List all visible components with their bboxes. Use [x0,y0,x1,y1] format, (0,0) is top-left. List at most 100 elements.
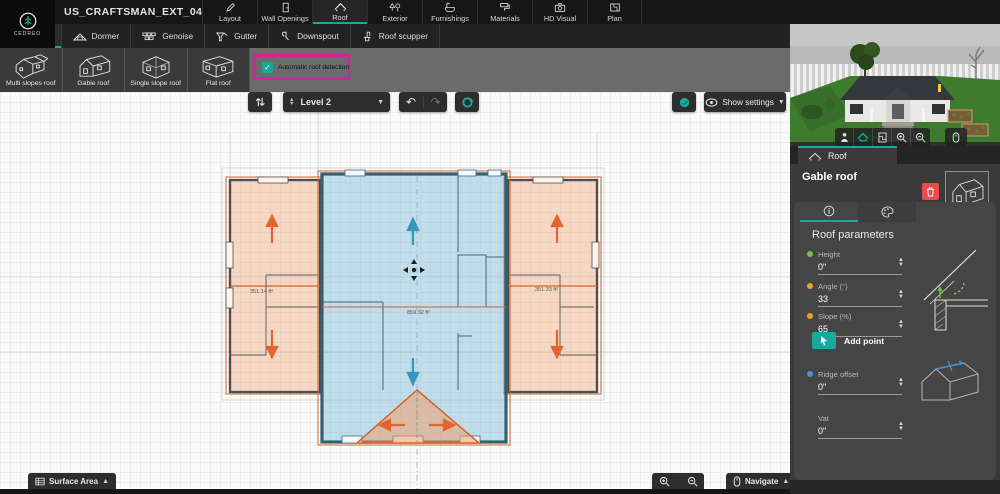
automatic-roof-detection-label: Automatic roof detection [278,63,350,71]
3d-preview[interactable] [790,24,1000,142]
multi-slopes-roof-button[interactable]: Multi slopes roof [0,48,63,92]
zoom-out-button[interactable] [687,476,698,487]
tab-furnishings[interactable]: Furnishings [422,0,477,24]
list-icon [35,477,45,485]
blueprint-icon [609,2,621,13]
roof-regenerate-button[interactable] [455,92,479,112]
height-value[interactable]: 0" [818,262,902,272]
walkthrough-person-button[interactable] [835,128,854,146]
ridge-offset-status-dot [807,371,813,377]
tab-materials-palette[interactable] [858,202,916,222]
swap-level-button[interactable] [248,92,272,112]
main-nav-tabs: Layout Wall Openings Roof Exterior Furni… [202,0,642,24]
ridge-offset-stepper[interactable]: ▲ ▼ [898,377,904,388]
project-title: US_CRAFTSMAN_EXT_04 [64,6,203,18]
flat-roof-button[interactable]: Flat roof [188,48,250,92]
info-icon [823,205,835,217]
floor-plan-view-button[interactable] [873,128,892,146]
vat-stepper[interactable]: ▲ ▼ [898,421,904,432]
ridge-offset-diagram [921,360,979,401]
tab-materials[interactable]: Materials [477,0,532,24]
chevron-down-icon: ▼ [377,98,384,106]
level-stepper[interactable]: ▲ ▼ [289,97,294,107]
height-stepper[interactable]: ▲ ▼ [898,257,904,268]
roof-visibility-button[interactable] [672,92,696,112]
logo-tree-icon [19,12,36,29]
single-slope-roof-button[interactable]: Single slope roof [125,48,188,92]
angle-value[interactable]: 33 [818,294,902,304]
panel-tab-row: Roof [790,146,1000,164]
tab-roof[interactable]: Roof [312,0,367,24]
height-field: Height 0" ▲ ▼ [807,250,904,275]
preview-zoom-out-button[interactable] [911,128,930,146]
camera-icon [554,2,566,13]
slope-diagram [923,249,988,331]
cedreo-logo: CEDREO [0,0,55,48]
paint-roller-icon [499,2,511,13]
vat-field: Vat 0" ▲ ▼ [818,414,904,439]
navigate-button[interactable]: Navigate ▲ [726,473,797,489]
plan-canvas[interactable]: 351.14 ft² 351.33 ft² 859.32 ft² ▲ ▼ Lev… [0,92,797,494]
ridge-offset-field: Ridge offset 0" ▲ ▼ [807,370,904,395]
preview-zoom-in-button[interactable] [892,128,911,146]
redo-button[interactable]: ↷ [423,95,447,109]
center-area-label: 859.32 ft² [407,310,430,316]
tab-exterior[interactable]: Exterior [367,0,422,24]
preview-control-bar [835,128,930,146]
tool-tab-roof-scupper[interactable]: Roof scupper [351,24,441,48]
surface-area-button[interactable]: Surface Area ▲ [28,473,116,489]
eye-icon [705,97,718,107]
preview-navigate-button[interactable] [945,128,967,146]
show-settings-button[interactable]: Show settings ▼ [704,92,786,112]
roof-parameters-heading: Roof parameters [812,229,894,241]
tab-plan[interactable]: Plan [587,0,642,24]
roof-type-toolbar: Multi slopes roof Gable roof Single slop… [0,48,790,92]
downspout-icon [280,31,292,42]
circular-arrow-icon [461,96,474,108]
vat-value[interactable]: 0" [818,426,902,436]
tab-hd-visual[interactable]: HD Visual [532,0,587,24]
delete-roof-button[interactable] [922,183,939,200]
add-point-button[interactable]: Add point [812,332,884,349]
panel-footer [790,480,1000,494]
tab-info[interactable] [800,202,858,222]
zoom-in-button[interactable] [659,476,670,487]
genoise-icon [142,32,157,41]
trees-icon [389,2,401,13]
roof-properties-panel: Gable roof Roof parameters Height 0" ▲ ▼… [790,164,1000,494]
gable-outline-icon [808,152,822,160]
angle-field: Angle (°) 33 ▲ ▼ [807,282,904,307]
cedreo-app: { "app": { "logo_text": "CEDREO", "title… [0,0,1000,494]
tool-tab-genoise[interactable]: Genoise [131,24,206,48]
roof-section-left-wing[interactable]: 351.14 ft² [225,176,323,395]
teal-globe-icon [679,97,689,107]
left-wing-area-label: 351.14 ft² [250,289,273,295]
right-wing-area-label: 351.33 ft² [535,287,558,293]
tool-tab-downspout[interactable]: Downspout [269,24,351,48]
tab-layout[interactable]: Layout [202,0,257,24]
chevron-up-icon: ▲ [102,477,109,485]
slope-stepper[interactable]: ▲ ▼ [898,319,904,330]
roof-section-right-wing[interactable]: 351.33 ft² [503,176,602,395]
ridge-offset-value[interactable]: 0" [818,382,902,392]
roof-type-buttons: Multi slopes roof Gable roof Single slop… [0,48,250,92]
gable-roof-icon [79,55,111,77]
automatic-roof-detection-checkbox[interactable]: ✓ [262,61,273,73]
undo-button[interactable]: ↶ [399,95,423,109]
gable-roof-button[interactable]: Gable roof [63,48,125,92]
3d-preview-scene [790,24,1000,142]
level-selector[interactable]: ▲ ▼ Level 2 ▼ [283,92,390,112]
floor-plan-drawing[interactable]: 351.14 ft² 351.33 ft² 859.32 ft² [0,92,790,494]
aerial-home-button[interactable] [854,128,873,146]
right-panel: Roof Gable roof Roof parameters Height 0… [790,0,1000,494]
angle-stepper[interactable]: ▲ ▼ [898,289,904,300]
level-label: Level 2 [300,97,331,107]
tool-tab-gutter[interactable]: Gutter [205,24,270,48]
multi-slopes-roof-icon [15,54,48,79]
flat-roof-icon [202,56,234,78]
tab-wall-openings[interactable]: Wall Openings [257,0,312,24]
single-slope-roof-icon [142,56,170,79]
bathtub-icon [444,2,456,13]
tool-tab-dormer[interactable]: Dormer [62,24,132,48]
panel-tab-roof[interactable]: Roof [798,146,897,164]
